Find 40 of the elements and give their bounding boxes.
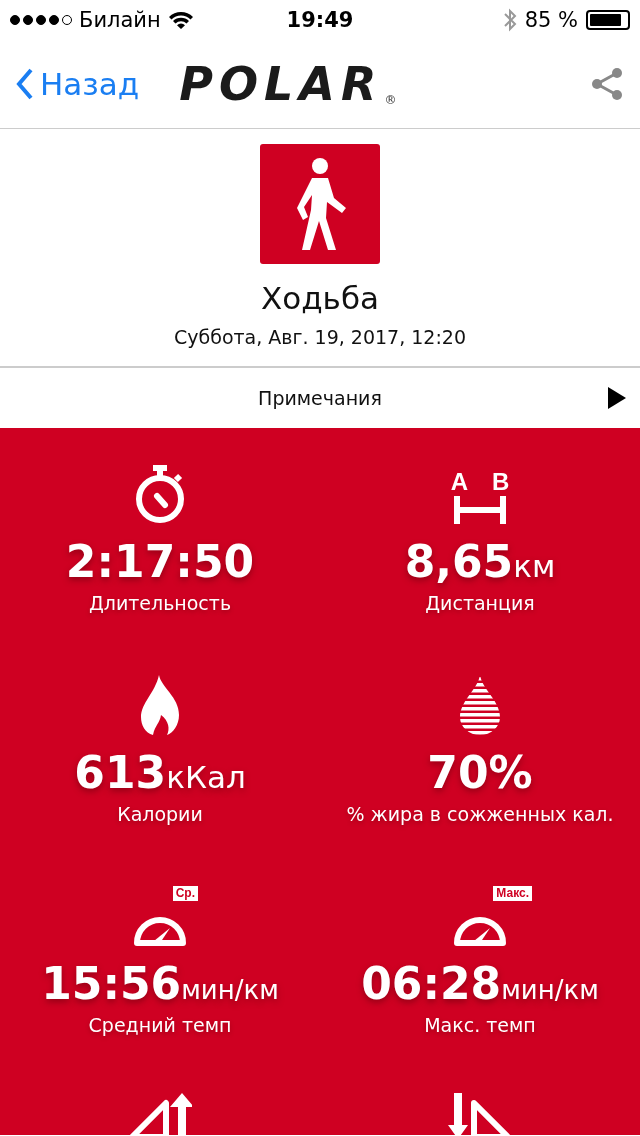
descent-icon	[448, 1093, 512, 1135]
notes-label: Примечания	[258, 387, 382, 409]
battery-percent: 85 %	[524, 8, 578, 32]
clock-time: 19:49	[286, 8, 354, 32]
pace-tag: Ср.	[172, 886, 198, 902]
stat-label: Длительность	[88, 592, 232, 615]
back-button[interactable]: Назад	[16, 66, 140, 102]
stat-label: % жира в сожженных кал.	[346, 803, 614, 826]
stat-unit: кКал	[166, 760, 246, 795]
stat-value: 613	[74, 749, 167, 798]
carrier-name: Билайн	[79, 8, 161, 32]
registered-mark: ®	[384, 93, 397, 107]
stat-unit: мин/км	[181, 976, 279, 1005]
share-icon[interactable]	[590, 67, 624, 101]
stat-label: Макс. темп	[424, 1014, 536, 1037]
stat-value: 2:17:50	[65, 538, 255, 587]
point-letter: B	[492, 470, 510, 494]
stat-unit: мин/км	[501, 976, 599, 1005]
stat-value: 15:56	[41, 960, 182, 1009]
stat-value: 8,65	[404, 538, 514, 587]
distance-bar-icon	[452, 494, 508, 524]
stat-value: 06:28	[361, 960, 502, 1009]
play-icon[interactable]	[608, 387, 626, 409]
pace-tag: Макс.	[493, 886, 532, 902]
point-letter: A	[450, 470, 468, 494]
activity-title: Ходьба	[261, 280, 379, 316]
wifi-icon	[167, 10, 194, 30]
stat-label: Калории	[117, 803, 203, 826]
stat-unit: км	[513, 549, 556, 584]
ascent-icon	[128, 1093, 192, 1135]
stopwatch-icon	[133, 464, 187, 524]
activity-date: Суббота, Авг. 19, 2017, 12:20	[173, 326, 467, 348]
chevron-left-icon	[16, 68, 34, 100]
stat-label: Дистанция	[425, 592, 535, 615]
bluetooth-icon	[502, 7, 517, 33]
flame-icon	[139, 675, 181, 735]
battery-icon	[586, 10, 630, 30]
stat-value: 70%	[427, 749, 533, 798]
stat-label: Средний темп	[88, 1014, 232, 1037]
brand-logo: POLAR	[179, 61, 383, 107]
